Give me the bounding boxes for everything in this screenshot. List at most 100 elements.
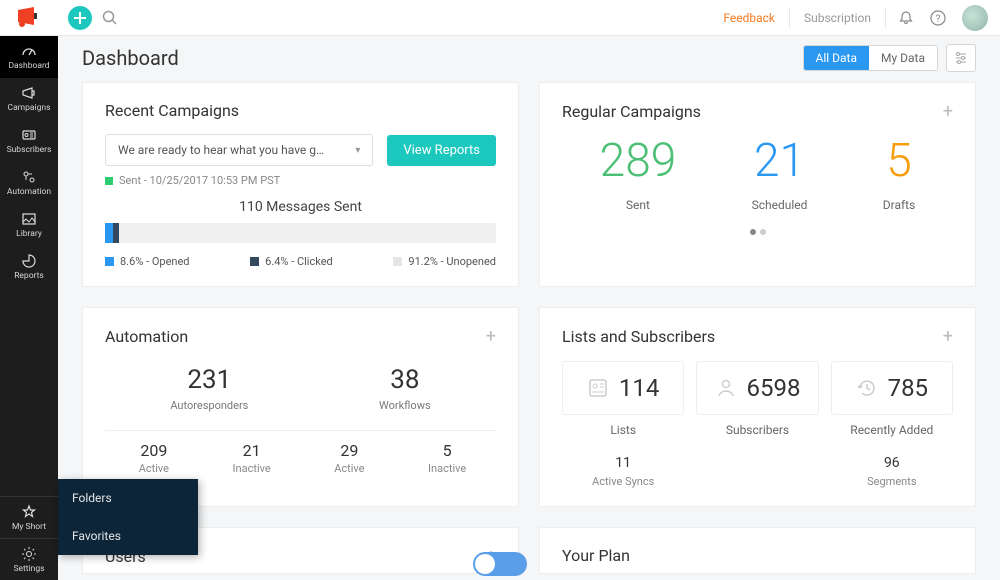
- select-value: We are ready to hear what you have g…: [118, 143, 324, 157]
- stat-label: Segments: [831, 475, 953, 488]
- stat-value: 785: [888, 374, 928, 402]
- search-icon[interactable]: [102, 10, 118, 26]
- pie-icon: [21, 253, 37, 269]
- view-reports-button[interactable]: View Reports: [387, 135, 496, 166]
- card-regular-campaigns: Regular Campaigns + 289 Sent 21 Schedule…: [539, 82, 976, 287]
- stat-label: Inactive: [398, 462, 496, 475]
- stat-value: 5: [398, 441, 496, 460]
- megaphone-icon: [21, 85, 37, 101]
- sidebar-item-label: My Short: [12, 522, 46, 532]
- stat-label: Recently Added: [831, 423, 953, 437]
- legend-unopened: 91.2% - Unopened: [408, 255, 496, 268]
- sidebar-item-automation[interactable]: Automation: [0, 162, 58, 204]
- add-icon[interactable]: +: [943, 326, 953, 347]
- stat-value: 96: [831, 455, 953, 471]
- stat-label: Subscribers: [696, 423, 818, 437]
- legend: 8.6% - Opened 6.4% - Clicked 91.2% - Uno…: [105, 255, 496, 268]
- sidebar-item-label: Automation: [7, 187, 51, 197]
- gear-icon: [21, 546, 37, 562]
- sent-text: Sent - 10/25/2017 10:53 PM PST: [119, 174, 280, 187]
- stat-value: 11: [562, 455, 684, 471]
- flyout-item-favorites[interactable]: Favorites: [58, 517, 198, 555]
- drafts-label: Drafts: [883, 198, 916, 212]
- drafts-count: 5: [883, 138, 916, 184]
- stat-label: Active Syncs: [562, 475, 684, 488]
- sidebar-item-label: Dashboard: [8, 61, 49, 71]
- card-recent-campaigns: Recent Campaigns We are ready to hear wh…: [82, 82, 519, 287]
- stat-label: Inactive: [203, 462, 301, 475]
- scheduled-count: 21: [752, 138, 808, 184]
- sent-label: Sent: [600, 198, 677, 212]
- card-your-plan: Your Plan: [539, 527, 976, 574]
- progress-bar: [105, 223, 496, 243]
- sidebar-item-library[interactable]: Library: [0, 204, 58, 246]
- bell-icon[interactable]: [898, 10, 914, 26]
- sidebar-item-settings[interactable]: Settings: [0, 538, 58, 580]
- card-icon: [21, 127, 37, 143]
- add-icon[interactable]: +: [486, 326, 496, 347]
- card-title: Lists and Subscribers: [562, 327, 715, 346]
- sidebar-item-myshort[interactable]: My Short: [0, 496, 58, 538]
- stat-value: 114: [619, 374, 659, 402]
- svg-text:?: ?: [936, 14, 941, 25]
- legend-clicked: 6.4% - Clicked: [265, 255, 333, 268]
- subscription-link[interactable]: Subscription: [804, 11, 871, 25]
- sidebar-item-subscribers[interactable]: Subscribers: [0, 120, 58, 162]
- floating-toggle[interactable]: [473, 552, 527, 576]
- card-title: Automation: [105, 327, 188, 346]
- card-title: Recent Campaigns: [105, 101, 239, 120]
- sidebar-item-dashboard[interactable]: Dashboard: [0, 36, 58, 78]
- stat-value: 29: [301, 441, 399, 460]
- sidebar-item-label: Reports: [14, 271, 44, 281]
- sidebar-flyout: Folders Favorites: [58, 479, 198, 555]
- card-automation: Automation + 231 Autoresponders 38 Workf…: [82, 307, 519, 507]
- autoresponders-count: 231: [170, 365, 248, 395]
- card-title: Regular Campaigns: [562, 102, 701, 121]
- card-lists-subscribers: Lists and Subscribers + 114 6598 785 Li: [539, 307, 976, 507]
- stat-label: Active: [105, 462, 203, 475]
- autoresponders-label: Autoresponders: [170, 399, 248, 412]
- legend-opened: 8.6% - Opened: [120, 255, 190, 268]
- sidebar-item-label: Campaigns: [8, 103, 51, 113]
- status-dot: [105, 177, 113, 185]
- star-icon: [21, 504, 37, 520]
- lists-box[interactable]: 114: [562, 361, 684, 415]
- stat-label: Lists: [562, 423, 684, 437]
- seg-my-data[interactable]: My Data: [869, 46, 937, 70]
- card-title: Your Plan: [562, 546, 630, 565]
- pagination-dots[interactable]: [562, 220, 953, 239]
- data-segment: All Data My Data: [803, 45, 939, 71]
- gauge-icon: [21, 43, 37, 59]
- add-button[interactable]: [68, 6, 92, 30]
- sidebar-item-label: Settings: [13, 564, 44, 574]
- avatar[interactable]: [962, 5, 988, 31]
- page-header: Dashboard All Data My Data: [82, 44, 976, 72]
- list-icon: [587, 377, 609, 399]
- help-icon[interactable]: ?: [930, 10, 946, 26]
- main-content: Dashboard All Data My Data Recent Campai…: [58, 36, 1000, 580]
- sidebar-item-campaigns[interactable]: Campaigns: [0, 78, 58, 120]
- automation-icon: [21, 169, 37, 185]
- user-icon: [715, 377, 737, 399]
- scheduled-label: Scheduled: [752, 198, 808, 212]
- seg-all-data[interactable]: All Data: [804, 46, 870, 70]
- add-icon[interactable]: +: [943, 101, 953, 122]
- subscribers-box[interactable]: 6598: [696, 361, 818, 415]
- campaign-select[interactable]: We are ready to hear what you have g… ▾: [105, 134, 373, 166]
- sidebar-item-reports[interactable]: Reports: [0, 246, 58, 288]
- sidebar-item-label: Subscribers: [7, 145, 52, 155]
- stat-value: 6598: [747, 374, 801, 402]
- chevron-down-icon: ▾: [355, 145, 360, 156]
- app-logo[interactable]: [0, 0, 58, 36]
- image-icon: [21, 211, 37, 227]
- feedback-link[interactable]: Feedback: [723, 11, 775, 25]
- flyout-item-folders[interactable]: Folders: [58, 479, 198, 517]
- sliders-icon[interactable]: [946, 44, 976, 72]
- recent-box[interactable]: 785: [831, 361, 953, 415]
- messages-sent-label: 110 Messages Sent: [105, 199, 496, 215]
- history-icon: [856, 377, 878, 399]
- toggle-knob: [475, 554, 495, 574]
- workflows-label: Workflows: [379, 399, 431, 412]
- sidebar: Dashboard Campaigns Subscribers Automati…: [0, 36, 58, 580]
- stat-value: 209: [105, 441, 203, 460]
